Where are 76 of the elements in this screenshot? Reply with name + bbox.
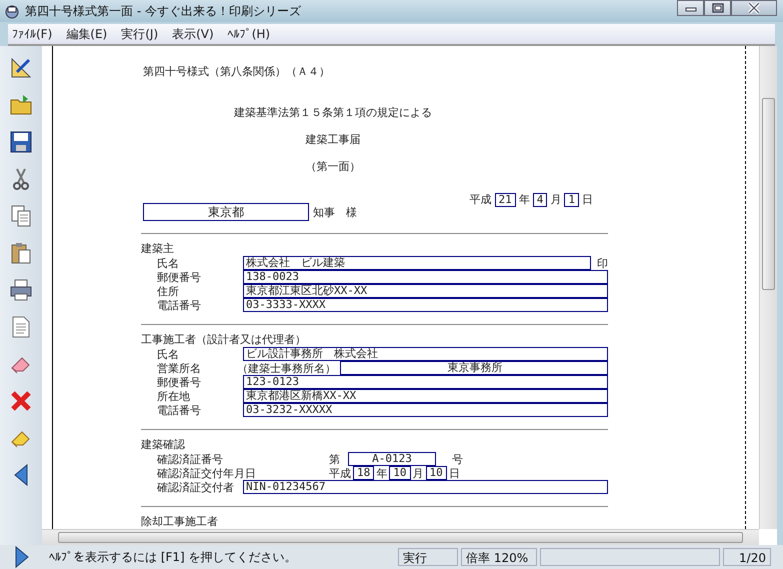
field-label: 住所	[157, 284, 180, 298]
input-field[interactable]: 03-3232-XXXXX	[243, 403, 608, 417]
menu-item[interactable]: ﾌｧｲﾙ(F)	[12, 27, 52, 41]
menu-item[interactable]: 表示(V)	[172, 26, 214, 42]
date-field[interactable]: 10	[389, 466, 410, 480]
date-unit: 年	[518, 193, 530, 207]
section-heading: 建築主	[141, 242, 175, 256]
date-field[interactable]: 1	[564, 192, 579, 206]
field-label: 所在地	[157, 390, 191, 404]
input-field[interactable]: 03-3333-XXXX	[243, 298, 608, 312]
number-prefix: 第	[329, 452, 340, 466]
status-zoom: 倍率 120%	[461, 548, 537, 566]
date-field[interactable]: 21	[494, 192, 516, 206]
certificate-number-field[interactable]: A-0123	[348, 452, 436, 466]
vertical-scrollbar[interactable]	[759, 46, 777, 529]
horizontal-scrollbar[interactable]	[42, 529, 759, 545]
delete-icon[interactable]	[9, 389, 33, 413]
field-label: 電話番号	[157, 298, 202, 312]
date-unit: 日	[582, 193, 593, 207]
section-heading: 除却工事施工者	[141, 515, 219, 529]
status-help-text: ﾍﾙﾌﾟを表示するには [F1] を押してください。	[48, 549, 298, 566]
prefecture-field[interactable]: 東京都	[143, 203, 309, 221]
era-label: 平成	[329, 466, 351, 480]
close-icon	[747, 2, 761, 14]
field-label: 営業所名	[157, 362, 202, 376]
paste-icon[interactable]	[9, 241, 33, 265]
era-label: 平成	[470, 193, 492, 207]
field-label: 確認済証交付者	[157, 480, 235, 494]
number-suffix: 号	[452, 452, 463, 466]
input-field[interactable]: NIN-01234567	[243, 480, 608, 494]
date-field[interactable]: 18	[353, 466, 374, 480]
input-field[interactable]: 東京都江東区北砂XX-XX	[243, 284, 608, 298]
field-label: 氏名	[157, 256, 180, 270]
input-field[interactable]: 東京都港区新橋XX-XX	[243, 389, 608, 403]
seal-label: 印	[597, 256, 608, 270]
section-heading: 建築確認	[141, 438, 186, 452]
ruler-pencil-icon[interactable]	[9, 56, 33, 80]
window-title: 第四十号様式第一面 - 今すぐ出来る！印刷シリーズ	[25, 2, 301, 20]
folder-icon[interactable]	[9, 93, 33, 117]
section-heading: 工事施工者（設計者又は代理者）	[141, 332, 307, 347]
field-label: 確認済証番号	[157, 452, 224, 466]
field-label: 郵便番号	[157, 270, 202, 284]
status-mode: 実行	[398, 548, 458, 566]
status-page: 1/20	[723, 548, 771, 566]
maximize-icon	[712, 3, 724, 13]
printer-icon[interactable]	[9, 278, 33, 302]
date-field[interactable]: 4	[532, 192, 548, 206]
save-icon[interactable]	[9, 130, 33, 154]
menu-item[interactable]: ﾍﾙﾌﾟ(H)	[228, 27, 270, 41]
date-unit: 年	[376, 466, 388, 480]
input-field[interactable]: 123-0123	[243, 375, 608, 389]
form-number: 第四十号様式（第八条関係）（Ａ４）	[143, 65, 331, 79]
date-unit: 日	[448, 466, 460, 480]
date-unit: 月	[412, 466, 424, 480]
copy-icon[interactable]	[9, 204, 33, 228]
date-unit: 月	[550, 193, 562, 207]
minimize-button[interactable]	[677, 0, 704, 16]
input-field[interactable]: ビル設計事務所 株式会社	[243, 347, 608, 361]
field-label: 氏名	[157, 348, 180, 362]
close-button[interactable]	[731, 0, 777, 16]
page-label: （第一面）	[304, 160, 362, 174]
menu-item[interactable]: 実行(J)	[121, 26, 158, 42]
date-field[interactable]: 10	[426, 466, 447, 480]
field-sublabel: （建築士事務所名）	[237, 362, 336, 376]
input-field[interactable]: 東京事務所	[340, 361, 608, 375]
addressee-label: 知事 様	[313, 206, 357, 220]
field-label: 電話番号	[157, 404, 202, 418]
field-label: 郵便番号	[157, 376, 202, 390]
input-field[interactable]: 138-0023	[243, 270, 608, 284]
input-field[interactable]: 株式会社 ビル建築	[243, 256, 591, 270]
law-reference: 建築基準法第１５条第１項の規定による	[233, 106, 433, 120]
form-title: 建築工事届	[304, 133, 362, 147]
menu-item[interactable]: 編集(E)	[66, 26, 108, 42]
field-label: 確認済証交付年月日	[157, 466, 257, 480]
app-icon	[4, 3, 20, 19]
maximize-button[interactable]	[704, 0, 731, 16]
